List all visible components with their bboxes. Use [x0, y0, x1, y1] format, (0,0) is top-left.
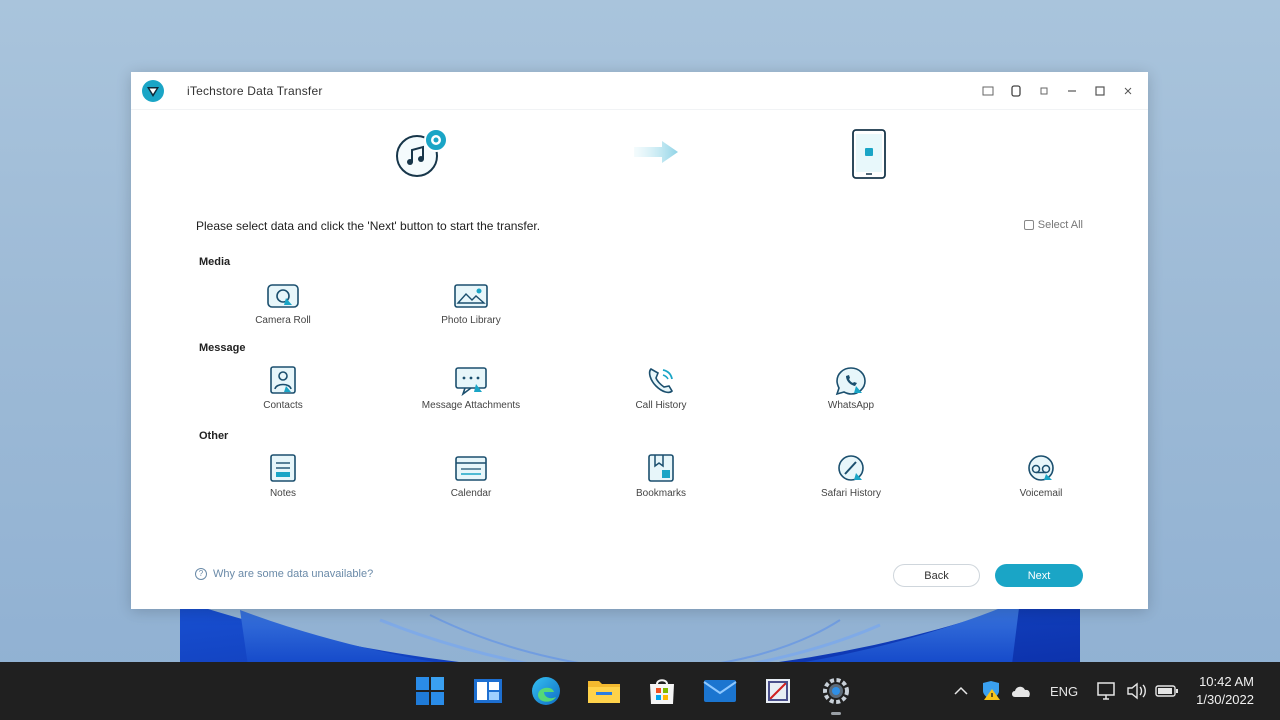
select-all-checkbox[interactable]: Select All	[1023, 219, 1083, 231]
data-item-bookmarks[interactable]: Bookmarks	[606, 452, 716, 499]
voicemail-icon	[1028, 455, 1054, 481]
mail-icon[interactable]	[702, 673, 738, 709]
item-label: Contacts	[263, 400, 303, 411]
clock-date: 1/30/2022	[1196, 692, 1254, 707]
photo-library-icon	[454, 284, 488, 308]
item-label: Safari History	[820, 488, 881, 499]
network-icon[interactable]	[1095, 679, 1119, 703]
item-label: Voicemail	[1019, 488, 1063, 499]
messages-icon	[455, 367, 487, 397]
clock-time: 10:42 AM	[1199, 674, 1254, 689]
data-item-safari-history[interactable]: Safari History	[796, 452, 906, 499]
onedrive-icon[interactable]	[1009, 679, 1033, 703]
taskbar: ENG 10:42 AM 1/30/2022	[0, 662, 1280, 720]
file-explorer-icon[interactable]	[586, 673, 622, 709]
window-title: iTechstore Data Transfer	[187, 83, 323, 98]
item-label: Message Attachments	[421, 400, 521, 411]
whatsapp-icon	[835, 367, 866, 396]
data-item-messages[interactable]: Message Attachments	[416, 364, 526, 411]
section-title-other: Other	[199, 430, 229, 442]
close-icon[interactable]	[1118, 81, 1138, 101]
data-item-notes[interactable]: Notes	[228, 452, 338, 499]
footer-note-text: Why are some data unavailable?	[213, 568, 374, 580]
data-item-whatsapp[interactable]: WhatsApp	[796, 364, 906, 411]
volume-icon[interactable]	[1125, 679, 1149, 703]
windows-start-icon[interactable]	[412, 673, 448, 709]
notes-icon	[270, 454, 296, 482]
maximize-icon[interactable]	[1090, 81, 1110, 101]
taskbar-apps	[412, 662, 854, 720]
snipping-tool-icon[interactable]	[760, 673, 796, 709]
back-button[interactable]: Back	[893, 564, 980, 587]
battery-icon[interactable]	[1155, 679, 1179, 703]
arrow-right-icon	[634, 140, 680, 169]
edge-icon[interactable]	[528, 673, 564, 709]
feedback-icon[interactable]	[978, 81, 998, 101]
camera-roll-icon	[267, 284, 299, 308]
section-title-media: Media	[199, 256, 231, 268]
question-icon: ?	[195, 568, 207, 580]
title-bar: iTechstore Data Transfer	[131, 72, 1148, 110]
settings-icon[interactable]	[1006, 81, 1026, 101]
item-label: WhatsApp	[827, 400, 875, 411]
item-label: Bookmarks	[635, 488, 686, 499]
data-item-calendar[interactable]: Calendar	[416, 452, 526, 499]
item-label: Notes	[269, 488, 297, 499]
item-label: Call History	[635, 400, 687, 411]
instruction-text: Please select data and click the 'Next' …	[196, 219, 541, 233]
bookmark-icon	[648, 454, 674, 482]
item-label: Camera Roll	[255, 315, 311, 326]
language-indicator[interactable]: ENG	[1050, 684, 1078, 699]
settings-icon[interactable]	[818, 673, 854, 715]
contacts-icon	[270, 366, 296, 394]
store-icon[interactable]	[644, 673, 680, 709]
checkbox-icon[interactable]	[1023, 220, 1034, 230]
data-item-voicemail[interactable]: Voicemail	[986, 452, 1096, 499]
item-label: Photo Library	[441, 315, 501, 326]
system-tray: ENG 10:42 AM 1/30/2022	[946, 662, 1280, 720]
next-button[interactable]: Next	[995, 564, 1083, 587]
phone-icon	[849, 128, 889, 185]
safari-history-icon	[838, 455, 864, 481]
unavailable-data-link[interactable]: ? Why are some data unavailable?	[195, 568, 373, 580]
menu-icon[interactable]	[1034, 81, 1054, 101]
item-label: Calendar	[450, 488, 492, 499]
data-item-camera-roll[interactable]: Camera Roll	[228, 281, 338, 326]
widgets-icon[interactable]	[470, 673, 506, 709]
chevron-up-icon[interactable]	[949, 679, 973, 703]
itunes-music-icon	[393, 126, 453, 185]
app-window: iTechstore Data Transfer Please select d…	[131, 72, 1148, 609]
security-warning-icon[interactable]	[979, 679, 1003, 703]
data-item-call-history[interactable]: Call History	[606, 364, 716, 411]
window-controls	[978, 81, 1138, 101]
call-history-icon	[648, 368, 674, 394]
section-title-message: Message	[199, 342, 246, 354]
select-all-label: Select All	[1037, 219, 1083, 231]
minimize-icon[interactable]	[1062, 81, 1082, 101]
app-logo-icon	[142, 79, 164, 102]
transfer-flow	[131, 126, 1148, 196]
clock[interactable]: 10:42 AM 1/30/2022	[1196, 673, 1254, 709]
calendar-icon	[455, 456, 487, 481]
data-item-contacts[interactable]: Contacts	[228, 364, 338, 411]
data-item-photo-library[interactable]: Photo Library	[416, 281, 526, 326]
